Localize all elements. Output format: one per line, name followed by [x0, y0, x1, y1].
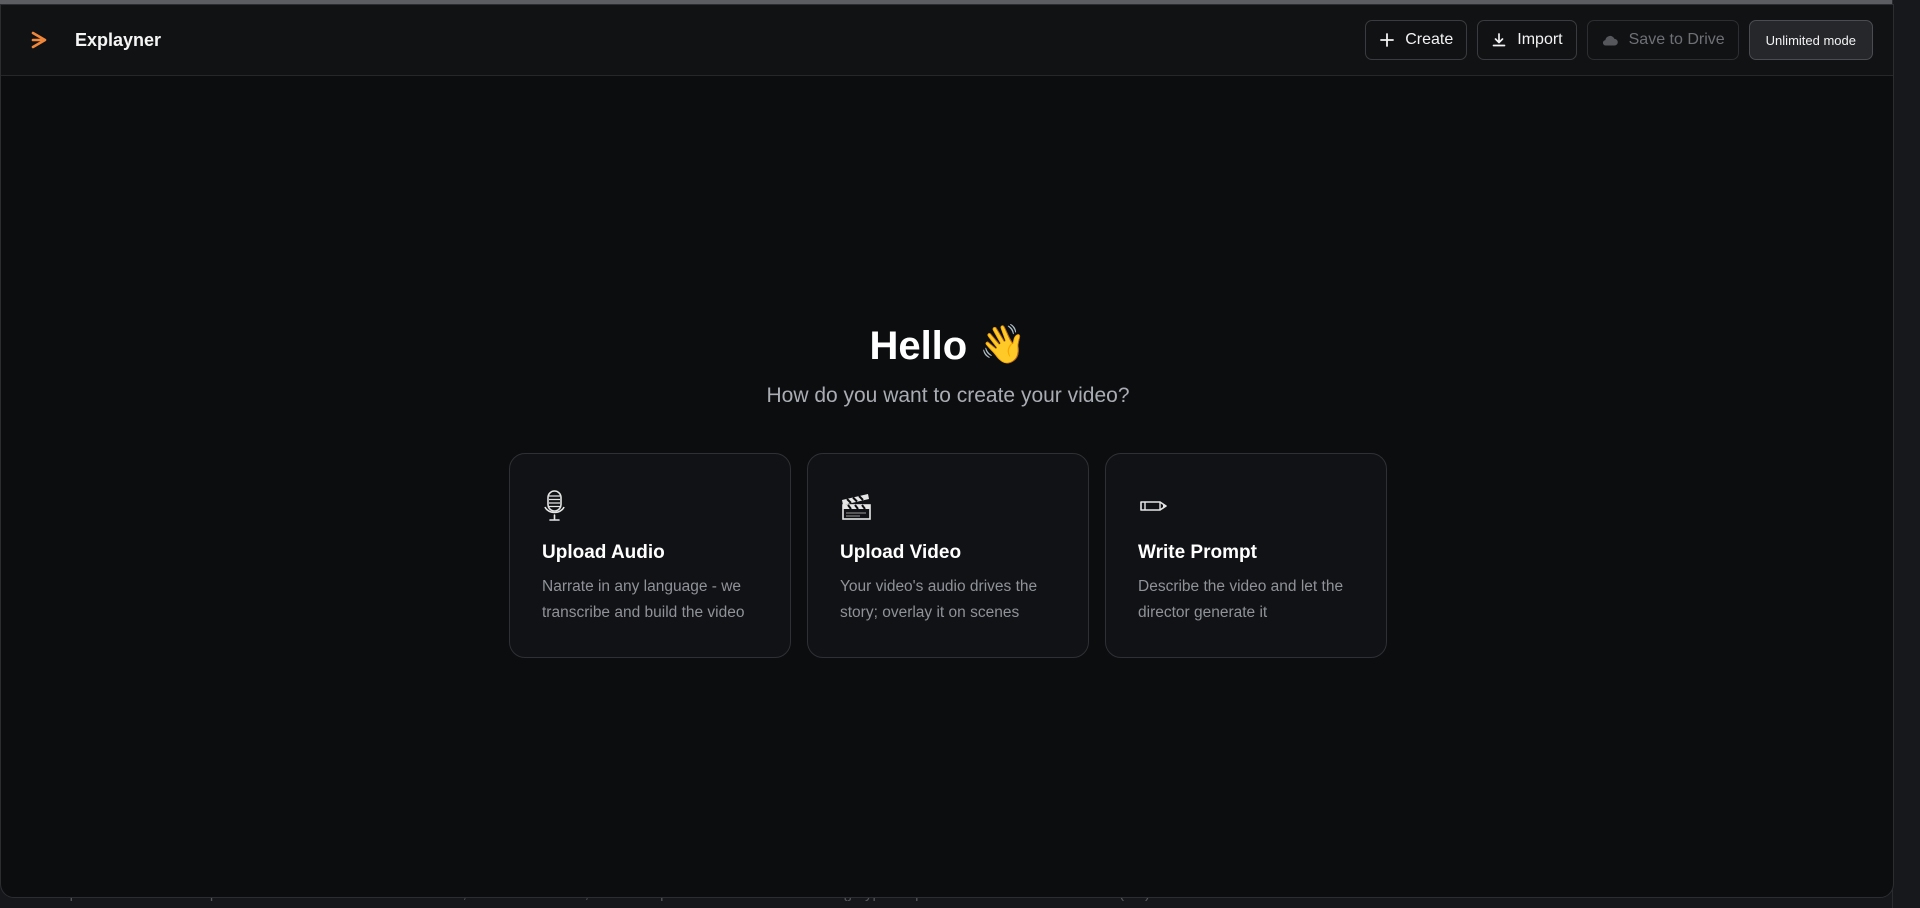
import-button[interactable]: Import [1477, 20, 1577, 60]
app-window: Explayner Create Import Save to Drive Un… [0, 4, 1894, 898]
card-title: Upload Audio [542, 542, 665, 563]
app-title: Explayner [75, 29, 162, 50]
create-button-label: Create [1405, 31, 1454, 48]
header-actions: Create Import Save to Drive Unlimited mo… [1365, 20, 1873, 60]
app-header: Explayner Create Import Save to Drive Un… [1, 5, 1893, 76]
ide-right-panel [1892, 0, 1920, 908]
upload-video-card[interactable]: Upload Video Your video's audio drives t… [807, 453, 1089, 658]
download-icon [1491, 32, 1507, 48]
save-to-drive-label: Save to Drive [1628, 31, 1725, 48]
card-description: Your video's audio drives the story; ove… [840, 578, 1038, 621]
clapperboard-icon [840, 488, 1056, 524]
upload-audio-card[interactable]: Upload Audio Narrate in any language - w… [509, 453, 791, 658]
page-subtitle: How do you want to create your video? [766, 384, 1130, 407]
unlimited-mode-button[interactable]: Unlimited mode [1748, 20, 1873, 60]
save-to-drive-button[interactable]: Save to Drive [1586, 20, 1739, 60]
main-content: Hello 👋 How do you want to create your v… [1, 76, 1893, 897]
cloud-icon [1601, 33, 1619, 47]
logo-icon [29, 28, 53, 52]
write-prompt-card[interactable]: Write Prompt Describe the video and let … [1105, 453, 1387, 658]
waving-hand-icon: 👋 [979, 324, 1027, 367]
greeting-text: Hello [869, 324, 968, 368]
page-title: Hello 👋 [869, 322, 1026, 370]
create-button[interactable]: Create [1365, 20, 1468, 60]
card-title: Upload Video [840, 542, 962, 563]
pencil-icon [1138, 488, 1354, 524]
plus-icon [1379, 32, 1395, 48]
microphone-icon [542, 488, 758, 524]
creation-options: Upload Audio Narrate in any language - w… [509, 453, 1387, 658]
card-description: Describe the video and let the director … [1138, 578, 1344, 621]
card-description: Narrate in any language - we transcribe … [542, 578, 745, 621]
import-button-label: Import [1517, 31, 1563, 48]
unlimited-mode-label: Unlimited mode [1765, 32, 1856, 48]
hero: Hello 👋 How do you want to create your v… [1, 322, 1893, 408]
card-title: Write Prompt [1138, 542, 1257, 563]
